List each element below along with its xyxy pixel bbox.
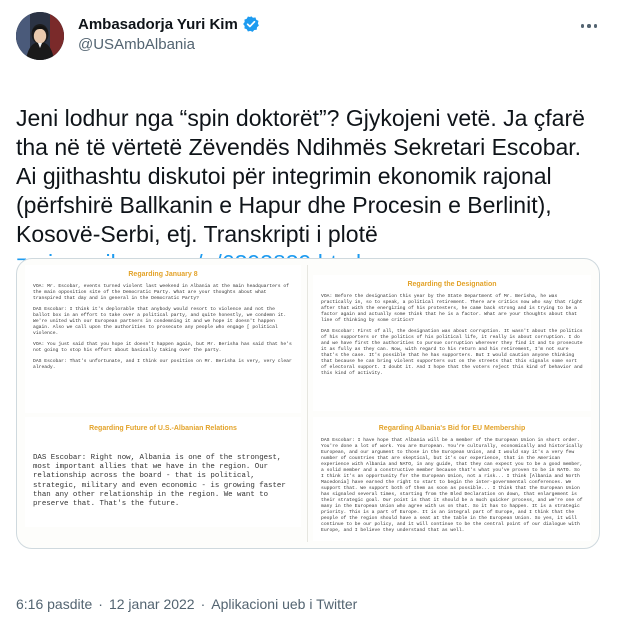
panel-divider xyxy=(307,265,308,542)
more-options-icon[interactable] xyxy=(577,16,601,36)
panel-paragraph: DAS Escobar: That's unfortunate, and I t… xyxy=(33,359,292,370)
panel-paragraph: DAS Escobar: Right now, Albania is one o… xyxy=(33,454,286,509)
panel-albania-eu-membership: Regarding Albania's Bid for EU Membershi… xyxy=(313,417,591,541)
panel-title: Regarding the Designation xyxy=(407,281,497,288)
panel-paragraph: DAS Escobar: I have hope that Albania wi… xyxy=(321,438,583,533)
panel-regarding-designation: Regarding the Designation VOA: Before th… xyxy=(313,275,591,411)
panel-paragraph: DAS Escobar: I think it's deplorable tha… xyxy=(33,307,287,336)
avatar[interactable] xyxy=(16,12,64,60)
profile-photo-icon xyxy=(16,12,64,60)
panel-paragraph: VOA: Mr. Escobar, events turned violent … xyxy=(33,284,289,301)
tweet-source: Aplikacioni ueb i Twitter xyxy=(211,596,358,612)
panel-paragraph: DAS Escobar: First of all, the designati… xyxy=(321,329,583,376)
author-handle[interactable]: @USAmbAlbania xyxy=(78,36,195,53)
tweet-time[interactable]: 6:16 pasdite xyxy=(16,596,92,612)
panel-body: VOA: Mr. Escobar, events turned violent … xyxy=(25,284,301,371)
panel-paragraph: VOA: Before the designation this year by… xyxy=(321,294,583,323)
verified-badge-icon xyxy=(242,15,260,33)
tweet-date[interactable]: 12 janar 2022 xyxy=(109,596,195,612)
separator: · xyxy=(98,596,103,612)
tweet-header: Ambasadorja Yuri Kim @USAmbAlbania xyxy=(12,10,605,66)
tweet-text: Jeni lodhur nga “spin doktorët”? Gjykoje… xyxy=(16,104,606,278)
panel-title: Regarding Albania's Bid for EU Membershi… xyxy=(378,425,526,432)
panel-body: VOA: Before the designation this year by… xyxy=(313,294,591,377)
panel-body: DAS Escobar: I have hope that Albania wi… xyxy=(313,438,591,534)
panel-title: Regarding Future of U.S.-Albanian Relati… xyxy=(89,425,237,432)
panel-title: Regarding January 8 xyxy=(128,271,198,278)
tweet-footer: 6:16 pasdite · 12 janar 2022 · Aplikacio… xyxy=(16,596,357,612)
tweet-body: Jeni lodhur nga “spin doktorët”? Gjykoje… xyxy=(16,105,585,247)
separator: · xyxy=(200,596,206,612)
tweet-image[interactable]: Regarding January 8 VOA: Mr. Escobar, ev… xyxy=(16,258,600,549)
panel-paragraph: VOA: You just said that you hope it does… xyxy=(33,342,292,353)
panel-regarding-january-8: Regarding January 8 VOA: Mr. Escobar, ev… xyxy=(25,265,301,413)
author-display-name[interactable]: Ambasadorja Yuri Kim xyxy=(78,16,238,33)
panel-future-us-albanian-relations: Regarding Future of U.S.-Albanian Relati… xyxy=(25,417,301,527)
panel-body: DAS Escobar: Right now, Albania is one o… xyxy=(25,454,301,509)
